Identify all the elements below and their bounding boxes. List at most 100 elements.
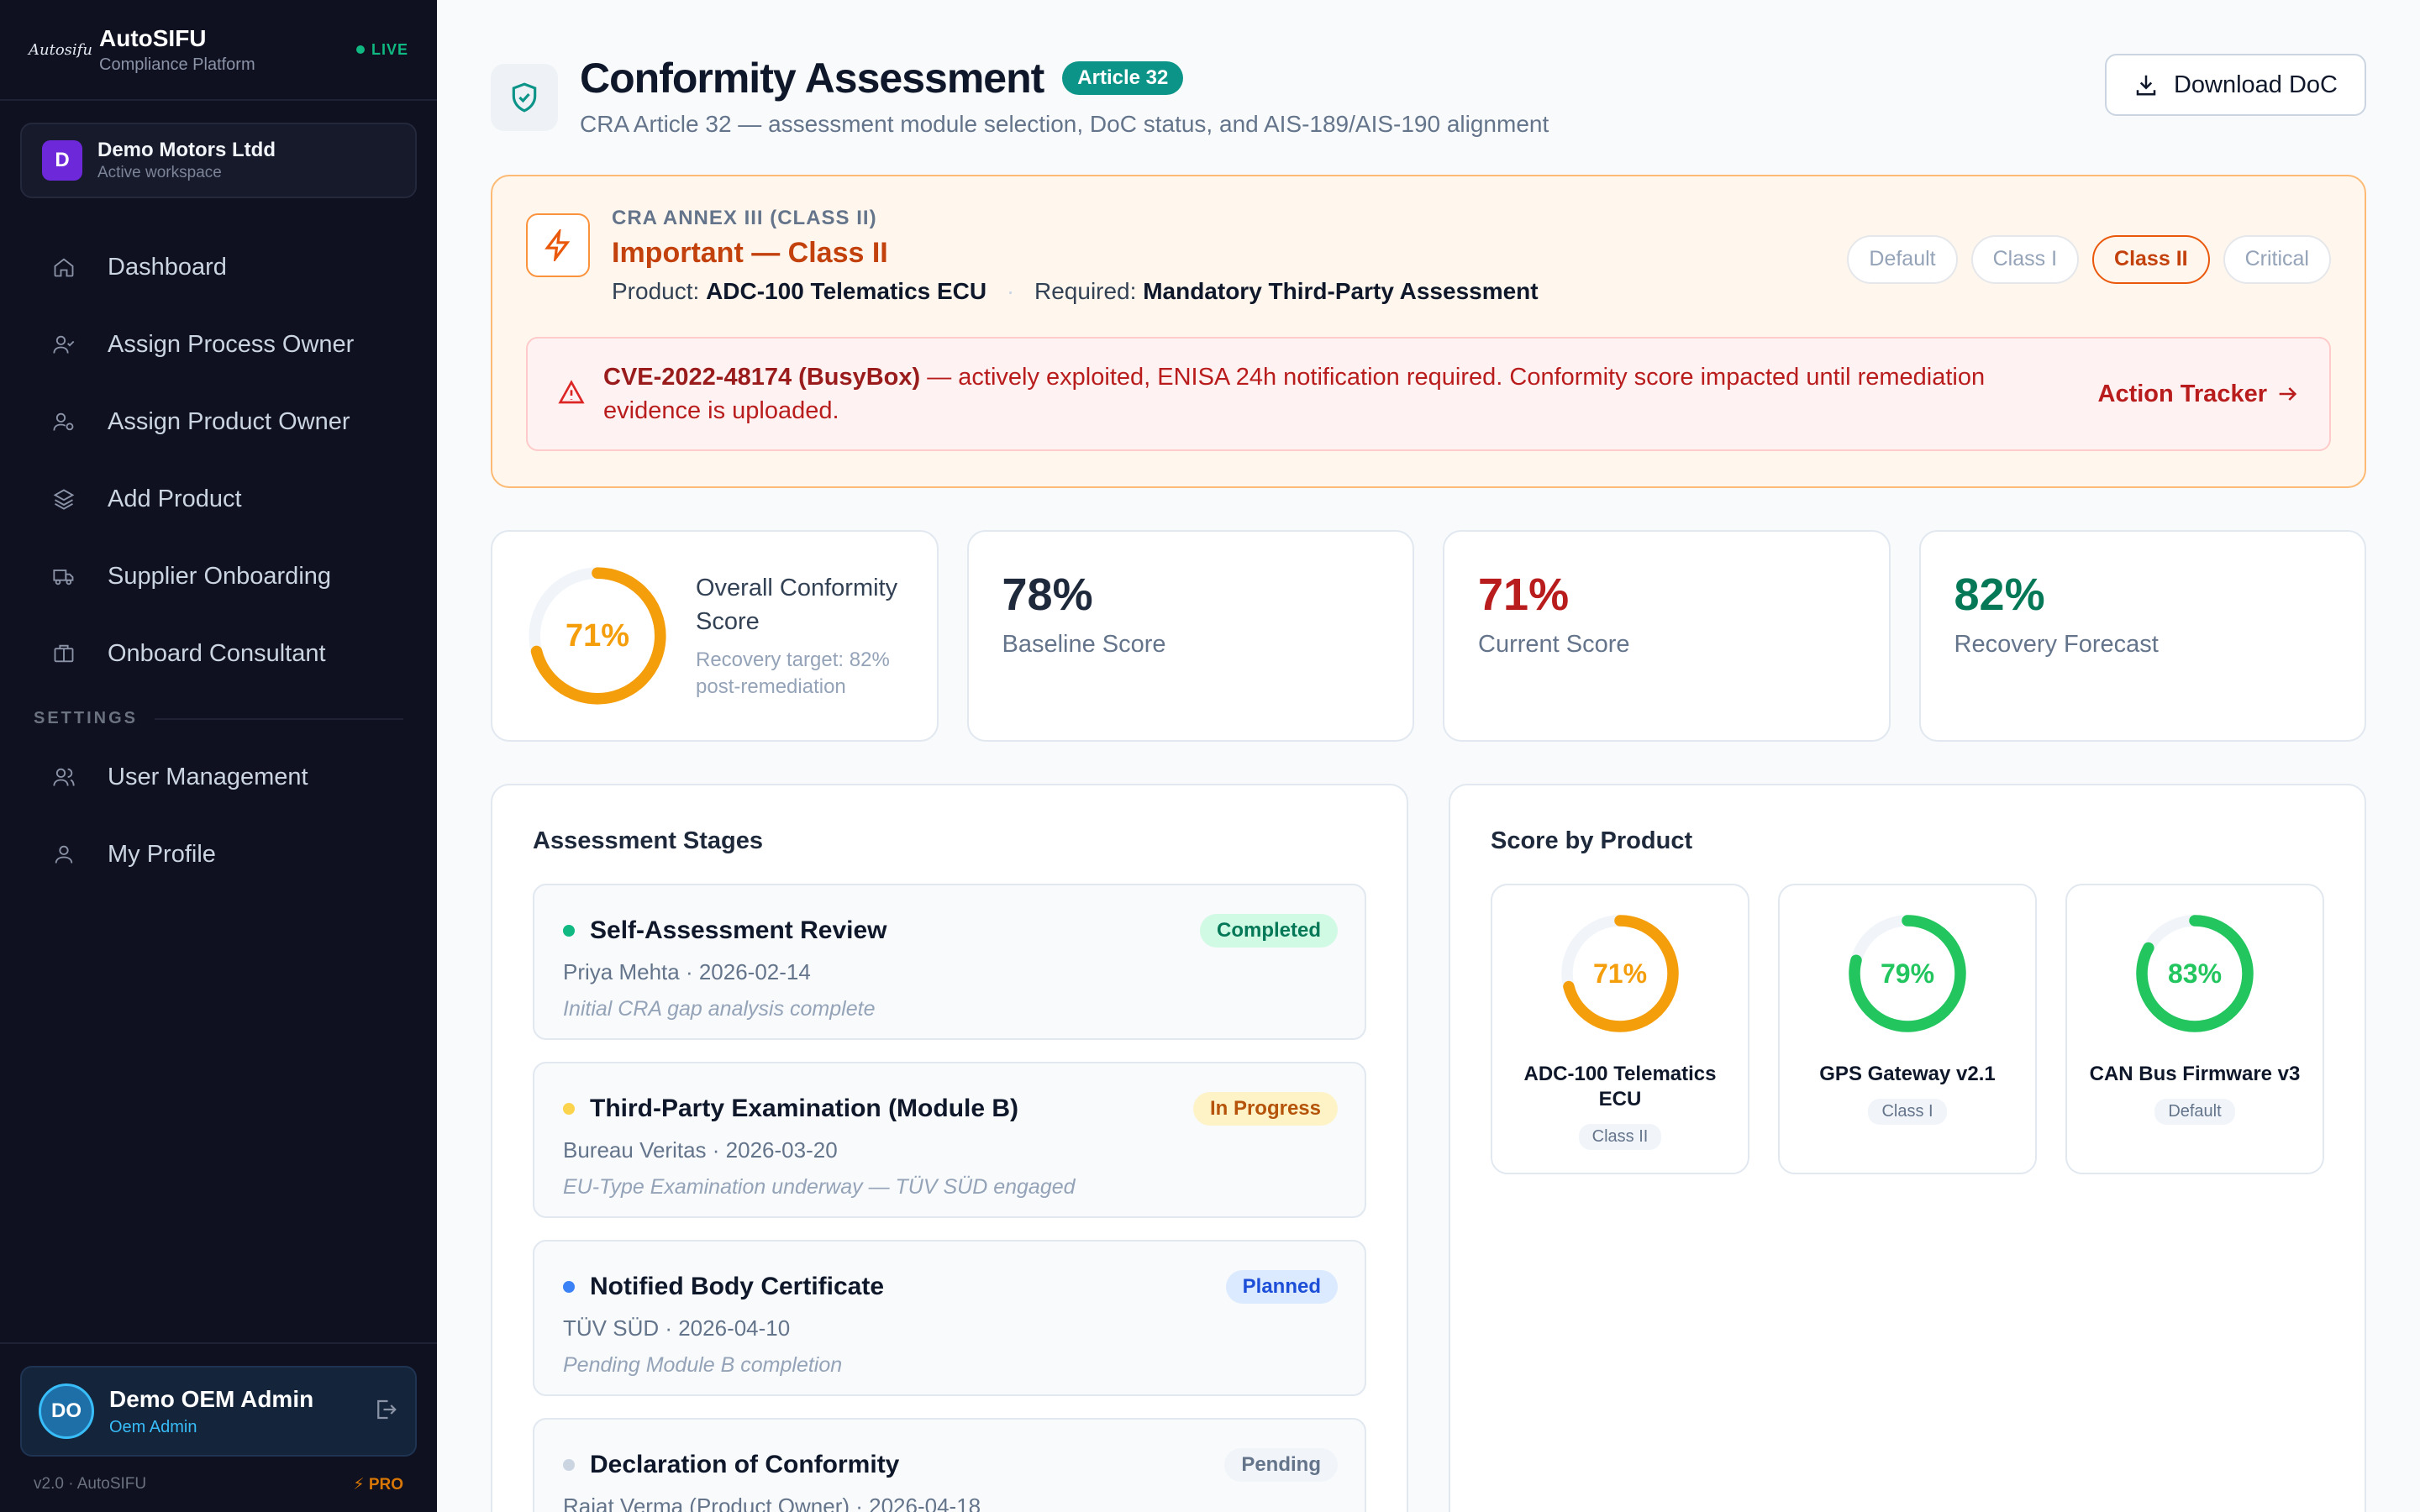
product-score-ring: 83%: [2132, 911, 2258, 1037]
stat-label: Current Score: [1478, 631, 1630, 658]
download-doc-label: Download DoC: [2173, 71, 2338, 98]
settings-divider: [155, 717, 403, 720]
action-tracker-label: Action Tracker: [2097, 380, 2267, 407]
users-icon: [50, 764, 77, 790]
nav-label: My Profile: [108, 840, 216, 868]
cve-message: CVE-2022-48174 (BusyBox) — actively expl…: [603, 360, 2065, 428]
required-label: Required:: [1034, 278, 1137, 304]
stage-card[interactable]: Self-Assessment Review Completed Priya M…: [533, 884, 1366, 1040]
cve-alert: CVE-2022-48174 (BusyBox) — actively expl…: [526, 337, 2331, 451]
nav-item-dashboard[interactable]: Dashboard: [0, 228, 437, 306]
arrow-right-icon: [2279, 387, 2297, 401]
class-pill-class-ii[interactable]: Class II: [2092, 234, 2210, 284]
nav-label: User Management: [108, 763, 308, 790]
stage-meta: Bureau Veritas · 2026-03-20: [563, 1137, 838, 1163]
user-name: Demo OEM Admin: [109, 1385, 314, 1412]
product-name: CAN Bus Firmware v3: [2089, 1063, 2301, 1085]
product-card[interactable]: 83% CAN Bus Firmware v3 Default: [2065, 884, 2324, 1174]
meta-separator: ·: [1006, 278, 1015, 304]
status-dot-icon: [563, 925, 575, 937]
product-score-ring: 71%: [1557, 911, 1683, 1037]
nav-label: Supplier Onboarding: [108, 562, 332, 590]
page-subtitle: CRA Article 32 — assessment module selec…: [580, 111, 1549, 137]
nav-label: Assign Process Owner: [108, 330, 355, 358]
action-tracker-link[interactable]: Action Tracker: [2098, 381, 2299, 408]
stage-note: EU-Type Examination underway — TÜV SÜD e…: [563, 1175, 1076, 1199]
version-label: v2.0 · AutoSIFU: [34, 1475, 147, 1493]
nav-label: Onboard Consultant: [108, 639, 326, 667]
user-icon: [50, 841, 77, 868]
warning-triangle-icon: [558, 379, 585, 410]
nav-item-onboard-consultant[interactable]: Onboard Consultant: [0, 615, 437, 692]
baseline-score-card: 78% Baseline Score: [966, 530, 1414, 742]
user-card[interactable]: DO Demo OEM Admin Oem Admin: [20, 1366, 417, 1457]
overall-score-card: 71% Overall Conformity Score Recovery ta…: [491, 530, 939, 742]
pro-badge: ⚡ PRO: [353, 1476, 403, 1494]
product-score-value: 83%: [2167, 958, 2223, 989]
brand-subtitle: Compliance Platform: [99, 55, 255, 74]
status-badge: Planned: [1225, 1270, 1338, 1304]
class-pill-critical[interactable]: Critical: [2223, 234, 2331, 284]
main-content: Conformity Assessment Article 32 CRA Art…: [437, 0, 2420, 1512]
workspace-switcher[interactable]: D Demo Motors Ltdd Active workspace: [20, 123, 417, 198]
class-pill-class-i[interactable]: Class I: [1970, 234, 2080, 284]
stat-value: 82%: [1954, 570, 2045, 620]
product-score-value: 71%: [1592, 958, 1648, 989]
product-card[interactable]: 71% ADC-100 Telematics ECU Class II: [1491, 884, 1749, 1174]
panel-title: Score by Product: [1491, 827, 1693, 854]
panel-title: Assessment Stages: [533, 827, 764, 854]
home-icon: [50, 254, 77, 281]
cve-id: CVE-2022-48174 (BusyBox): [603, 364, 921, 391]
stage-list: Self-Assessment Review Completed Priya M…: [533, 884, 1366, 1512]
nav-item-my-profile[interactable]: My Profile: [0, 816, 437, 893]
stat-value: 78%: [1002, 570, 1093, 620]
main-nav: Dashboard Assign Process Owner Assign Pr…: [0, 228, 437, 893]
nav-item-supplier-onboarding[interactable]: Supplier Onboarding: [0, 538, 437, 615]
product-card[interactable]: 79% GPS Gateway v2.1 Class I: [1778, 884, 2037, 1174]
live-label: LIVE: [371, 40, 408, 58]
stage-name: Third-Party Examination (Module B): [590, 1095, 1019, 1122]
nav-label: Assign Product Owner: [108, 407, 350, 435]
stage-name: Self-Assessment Review: [590, 916, 887, 944]
stat-label: Recovery Forecast: [1954, 631, 2159, 658]
status-badge: In Progress: [1192, 1092, 1338, 1126]
layers-icon: [50, 486, 77, 512]
logout-icon[interactable]: [373, 1397, 398, 1426]
nav-item-assign-process-owner[interactable]: Assign Process Owner: [0, 306, 437, 383]
classification-label: Important — Class II: [612, 237, 888, 269]
status-dot-icon: [563, 1281, 575, 1293]
nav-item-user-management[interactable]: User Management: [0, 738, 437, 816]
stage-card[interactable]: Third-Party Examination (Module B) In Pr…: [533, 1062, 1366, 1218]
stage-card[interactable]: Notified Body Certificate Planned TÜV SÜ…: [533, 1240, 1366, 1396]
avatar: DO: [39, 1383, 94, 1439]
product-class-badge: Class I: [1868, 1099, 1947, 1125]
class-selector: Default Class I Class II Critical: [1833, 213, 2331, 305]
nav-item-assign-product-owner[interactable]: Assign Product Owner: [0, 383, 437, 460]
stage-note: Pending Module B completion: [563, 1353, 843, 1377]
nav-label: Add Product: [108, 485, 242, 512]
product-name: GPS Gateway v2.1: [1819, 1063, 1996, 1085]
recovery-forecast-card: 82% Recovery Forecast: [1918, 530, 2366, 742]
annex-meta: Product: ADC-100 Telematics ECU · Requir…: [612, 278, 1833, 305]
status-dot-icon: [563, 1103, 575, 1115]
footer-meta: v2.0 · AutoSIFU ⚡ PRO: [0, 1457, 437, 1494]
briefcase-icon: [50, 640, 77, 667]
overall-score-subtitle: Recovery target: 82% post-remediation: [696, 648, 890, 698]
product-label: Product:: [612, 278, 700, 304]
current-score-card: 71% Current Score: [1443, 530, 1891, 742]
score-by-product-panel: Score by Product 71% ADC-100 Telematics …: [1449, 784, 2366, 1512]
sidebar: Autosifu AutoSIFU Compliance Platform LI…: [0, 0, 437, 1512]
page-header: Conformity Assessment Article 32 CRA Art…: [491, 0, 2366, 138]
stage-card[interactable]: Declaration of Conformity Pending Rajat …: [533, 1418, 1366, 1512]
annex-classification-card: CRA ANNEX III (CLASS II) Important — Cla…: [491, 175, 2366, 488]
class-pill-default[interactable]: Default: [1847, 234, 1958, 284]
status-badge: Completed: [1199, 914, 1338, 948]
download-doc-button[interactable]: Download DoC: [2104, 54, 2366, 116]
lightning-icon: [526, 213, 590, 277]
product-score-value: 79%: [1880, 958, 1935, 989]
status-badge: Pending: [1224, 1448, 1338, 1482]
product-score-ring: 79%: [1844, 911, 1970, 1037]
nav-item-add-product[interactable]: Add Product: [0, 460, 437, 538]
product-name: ADC-100 Telematics ECU: [1523, 1063, 1717, 1110]
article-badge: Article 32: [1062, 61, 1184, 95]
